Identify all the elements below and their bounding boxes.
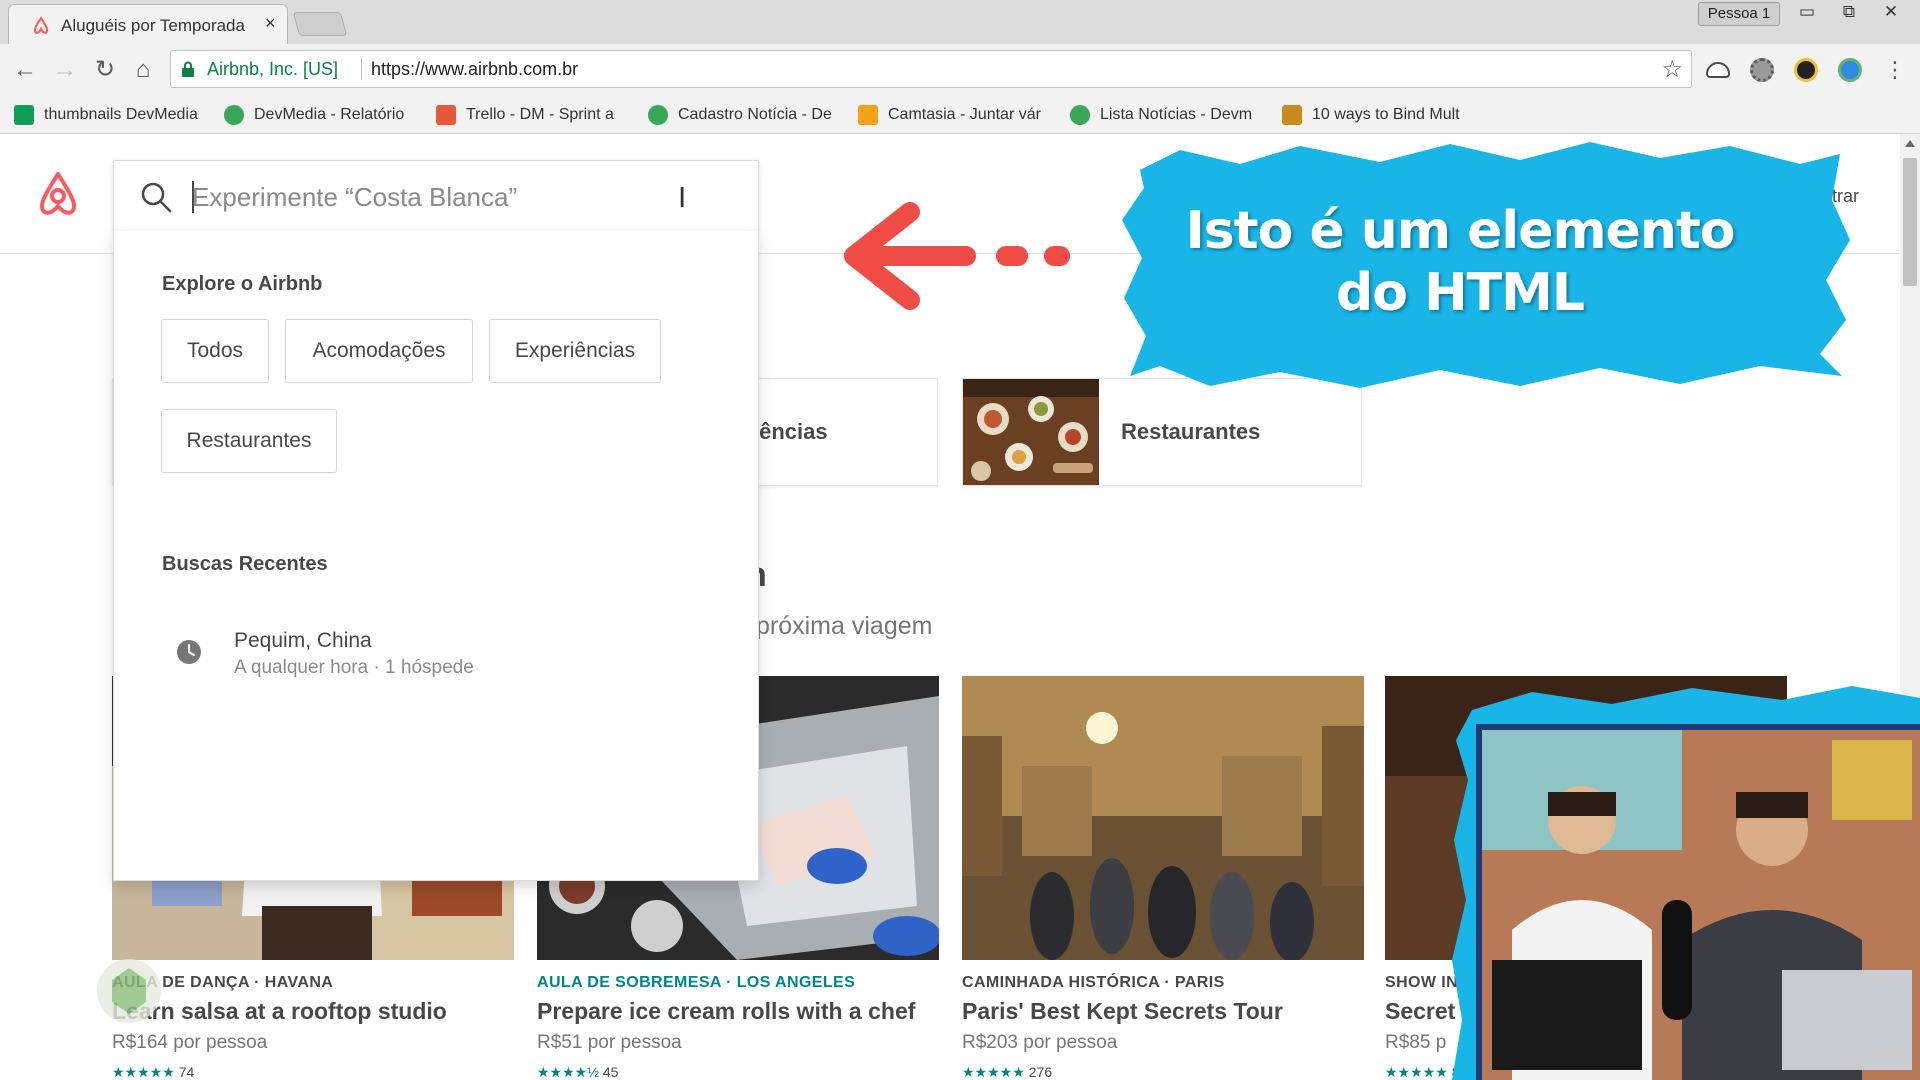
bookmark-label: thumbnails DevMedia: [44, 106, 198, 123]
review-count: 276: [1028, 1064, 1053, 1080]
review-count: 74: [178, 1064, 195, 1080]
url-text[interactable]: https://www.airbnb.com.br: [371, 59, 578, 80]
recent-search-subtitle: A qualquer hora · 1 hóspede: [234, 657, 474, 678]
rating-stars: ★★★★★8: [1385, 1064, 1460, 1080]
bookmark-item[interactable]: Camtasia - Juntar vár: [858, 104, 1054, 126]
home-icon[interactable]: ⌂: [128, 56, 158, 86]
pen-extension-icon[interactable]: [1794, 58, 1818, 82]
rating-stars: ★★★★★ 276: [962, 1064, 1052, 1080]
bookmark-label: Camtasia - Juntar vár: [888, 106, 1041, 123]
search-suggestions-dropdown: Explore o Airbnb Todos Acomodações Exper…: [113, 231, 759, 881]
annotation-line-1: Isto é um elemento: [1185, 201, 1735, 261]
bookmark-item[interactable]: 10 ways to Bind Mult: [1282, 104, 1478, 126]
airbnb-logo-icon[interactable]: [36, 170, 80, 218]
restore-icon[interactable]: ⧉: [1828, 0, 1870, 26]
restaurant-table-image: [963, 379, 1099, 485]
experience-price: R$203 por pessoa: [962, 1032, 1118, 1053]
stars-glyphs: ★★★★★: [1385, 1064, 1448, 1080]
site-identity[interactable]: Airbnb, Inc. [US]: [207, 59, 338, 80]
trello-icon: [436, 105, 456, 125]
experience-price: R$164 por pessoa: [112, 1032, 268, 1053]
category-label: Restaurantes: [1121, 419, 1261, 444]
stars-glyphs: ★★★★★: [112, 1064, 175, 1080]
experience-kicker: AULA DE SOBREMESA · LOS ANGELES: [537, 974, 856, 991]
experience-price: R$85 p: [1385, 1032, 1447, 1053]
recent-searches-heading: Buscas Recentes: [162, 553, 328, 575]
bookmark-label: Lista Notícias - Devm: [1100, 106, 1253, 123]
experience-title: Prepare ice cream rolls with a chef: [537, 998, 916, 1024]
bookmark-item[interactable]: Trello - DM - Sprint a: [436, 104, 632, 126]
bookmark-item[interactable]: Lista Notícias - Devm: [1070, 104, 1266, 126]
back-arrow-icon[interactable]: ←: [10, 56, 40, 86]
minimize-icon[interactable]: ▭: [1786, 0, 1828, 26]
bookmark-item[interactable]: thumbnails DevMedia: [14, 104, 214, 126]
browser-menu-icon[interactable]: ⋮: [1880, 56, 1910, 86]
reload-icon[interactable]: ↻: [90, 56, 120, 86]
paris-tour-image: [962, 676, 1364, 960]
rating-stars: ★★★★½ 45: [537, 1064, 618, 1080]
new-tab-button[interactable]: [292, 12, 348, 36]
devmedia-icon: [1070, 105, 1090, 125]
bookmark-label: DevMedia - Relatório: [254, 106, 405, 123]
globe-extension-icon[interactable]: [1838, 58, 1862, 82]
experience-kicker: CAMINHADA HISTÓRICA · PARIS: [962, 974, 1225, 991]
rating-stars: ★★★★★ 74: [112, 1064, 194, 1080]
tab-title: Aluguéis por Temporada: [61, 16, 245, 35]
text-caret: [192, 181, 194, 213]
scroll-thumb[interactable]: [1903, 158, 1917, 286]
devmedia-icon: [648, 105, 668, 125]
explore-heading: Explore o Airbnb: [162, 273, 323, 295]
stars-glyphs: ★★★★★: [962, 1064, 1025, 1080]
channel-watermark-icon: [97, 959, 161, 1023]
bookmark-star-icon[interactable]: ☆: [1661, 55, 1683, 84]
window-close-icon[interactable]: ✕: [1870, 0, 1912, 26]
filter-chip-restaurantes[interactable]: Restaurantes: [161, 409, 337, 473]
cloud-icon[interactable]: [1706, 62, 1730, 78]
search-icon: [141, 182, 172, 213]
red-arrow-icon: [844, 202, 1070, 310]
filter-chip-todos[interactable]: Todos: [161, 319, 269, 383]
bookmarks-bar: thumbnails DevMedia DevMedia - Relatório…: [0, 96, 1920, 134]
gear-extension-icon[interactable]: [1750, 58, 1774, 82]
experience-price: R$51 por pessoa: [537, 1032, 682, 1053]
filter-chip-acomodacoes[interactable]: Acomodações: [285, 319, 473, 383]
address-bar[interactable]: Airbnb, Inc. [US] https://www.airbnb.com…: [170, 50, 1692, 88]
filter-chip-experiencias[interactable]: Experiências: [489, 319, 661, 383]
tab-close-icon[interactable]: ×: [265, 13, 276, 34]
devmedia-icon: [224, 105, 244, 125]
bookmark-label: Cadastro Notícia - De: [678, 106, 832, 123]
browser-toolbar: ← → ↻ ⌂ Airbnb, Inc. [US] https://www.ai…: [0, 44, 1920, 96]
tab-strip: Aluguéis por Temporada × Pessoa 1 ▭ ⧉ ✕: [0, 0, 1920, 44]
bookmark-item[interactable]: Cadastro Notícia - De: [648, 104, 844, 126]
bookmark-icon: [1282, 105, 1302, 125]
sheets-icon: [14, 105, 34, 125]
text-cursor-icon: I: [678, 181, 687, 214]
airbnb-favicon-icon: [33, 16, 49, 34]
bookmark-item[interactable]: DevMedia - Relatório: [224, 104, 420, 126]
scroll-up-arrow-icon[interactable]: [1905, 140, 1915, 147]
experience-title: Paris' Best Kept Secrets Tour: [962, 998, 1283, 1024]
omnibox-divider: [361, 58, 362, 80]
stars-glyphs: ★★★★½: [537, 1064, 599, 1080]
bookmark-label: 10 ways to Bind Mult: [1312, 106, 1460, 123]
browser-tab-active[interactable]: Aluguéis por Temporada ×: [8, 4, 288, 44]
lock-icon: [182, 61, 194, 77]
category-card-restaurantes[interactable]: Restaurantes: [962, 378, 1362, 486]
forward-arrow-icon[interactable]: →: [50, 56, 80, 86]
clock-icon: [177, 640, 201, 664]
category-label: iências: [753, 419, 828, 444]
bookmark-label: Trello - DM - Sprint a: [466, 106, 614, 123]
search-box[interactable]: I: [113, 160, 759, 232]
profile-button[interactable]: Pessoa 1: [1698, 2, 1780, 26]
annotation-line-2: do HTML: [1336, 263, 1585, 323]
recent-search-title: Pequim, China: [234, 629, 372, 652]
annotation-text: Isto é um elemento do HTML: [1150, 200, 1770, 324]
recent-search-item[interactable]: Pequim, China A qualquer hora · 1 hósped…: [162, 629, 682, 689]
presenter-webcam-overlay: [1452, 686, 1920, 1080]
search-input[interactable]: [192, 175, 712, 219]
section-subheading-fragment: próxima viagem: [756, 612, 933, 640]
camtasia-icon: [858, 105, 878, 125]
review-count: 45: [602, 1064, 619, 1080]
